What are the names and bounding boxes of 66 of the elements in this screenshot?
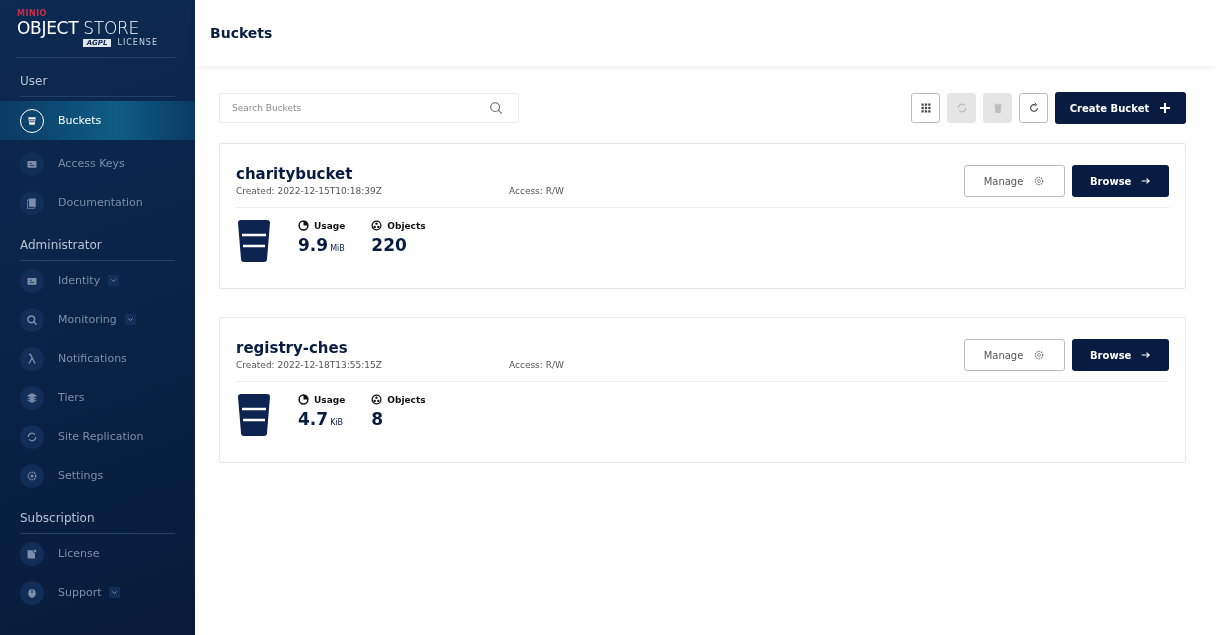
- grid-icon: [919, 102, 932, 114]
- arrow-right-icon: [1141, 176, 1151, 186]
- usage-value: 4.7: [298, 409, 329, 429]
- created-date: Created: 2022-12-15T10:18:39Z: [236, 186, 383, 196]
- pie-chart-icon: [298, 220, 309, 231]
- sidebar-item[interactable]: Buckets: [0, 101, 195, 140]
- objects-label: Objects: [387, 220, 426, 231]
- created-date: Created: 2022-12-18T13:55:15Z: [236, 360, 383, 370]
- bucket-icon: [236, 220, 272, 262]
- arrow-right-icon: [1141, 350, 1151, 360]
- lambda-icon: [20, 346, 44, 371]
- usage-label: Usage: [314, 220, 346, 231]
- bucket-icon: [236, 394, 272, 436]
- layers-icon: [20, 385, 44, 410]
- manage-button[interactable]: Manage: [964, 165, 1065, 197]
- usage-label: Usage: [314, 394, 346, 405]
- sidebar-item[interactable]: Settings: [0, 456, 195, 495]
- logo-title: OBJECT STORE: [17, 18, 140, 38]
- grid-button[interactable]: [911, 93, 940, 123]
- sync-icon: [955, 102, 968, 114]
- refresh-icon: [1027, 102, 1040, 114]
- document-icon: [20, 190, 44, 215]
- id-card-icon: [20, 151, 44, 176]
- create-bucket-button[interactable]: Create Bucket: [1055, 92, 1186, 124]
- certificate-icon: [20, 541, 44, 566]
- sidebar-item[interactable]: Support: [0, 573, 195, 612]
- search-icon: [20, 307, 44, 332]
- section-title: Subscription: [20, 505, 175, 534]
- browse-button[interactable]: Browse: [1072, 339, 1169, 371]
- sidebar-item[interactable]: Documentation: [0, 183, 195, 222]
- sidebar-item[interactable]: Identity: [0, 261, 195, 300]
- sidebar-item[interactable]: Access Keys: [0, 144, 195, 183]
- usage-unit: KiB: [330, 418, 344, 427]
- objects-count: 220: [371, 235, 407, 255]
- license-label: LICENSE: [117, 38, 158, 47]
- pie-chart-icon: [298, 394, 309, 405]
- browse-button[interactable]: Browse: [1072, 165, 1169, 197]
- section-title: Administrator: [20, 232, 175, 261]
- sidebar-item[interactable]: Site Replication: [0, 417, 195, 456]
- sidebar-item[interactable]: Monitoring: [0, 300, 195, 339]
- settings-icon: [20, 463, 44, 488]
- search-field[interactable]: Search Buckets: [219, 93, 519, 123]
- bucket-name[interactable]: registry-ches: [236, 339, 348, 357]
- sidebar-item[interactable]: Tiers: [0, 378, 195, 417]
- sidebar-item[interactable]: License: [0, 534, 195, 573]
- sidebar-item[interactable]: Notifications: [0, 339, 195, 378]
- logo-brand: MINIO: [17, 9, 48, 18]
- access-level: Access: R/W: [509, 360, 564, 370]
- page-title: Buckets: [210, 25, 273, 41]
- search-icon: [489, 101, 503, 115]
- id-card-icon: [20, 268, 44, 293]
- usage-value: 9.9: [298, 235, 329, 255]
- sync-icon: [20, 424, 44, 449]
- refresh-button[interactable]: [1019, 93, 1048, 123]
- objects-count: 8: [371, 409, 384, 429]
- section-title: User: [20, 68, 175, 97]
- access-level: Access: R/W: [509, 186, 564, 196]
- plus-icon: [1159, 102, 1172, 114]
- usage-unit: MiB: [330, 244, 345, 253]
- objects-label: Objects: [387, 394, 426, 405]
- trash-icon: [991, 102, 1004, 114]
- settings-icon: [1033, 175, 1046, 187]
- settings-icon: [1033, 349, 1046, 361]
- lifebuoy-icon: [20, 580, 44, 605]
- bucket-name[interactable]: charitybucket: [236, 165, 353, 183]
- manage-button[interactable]: Manage: [964, 339, 1065, 371]
